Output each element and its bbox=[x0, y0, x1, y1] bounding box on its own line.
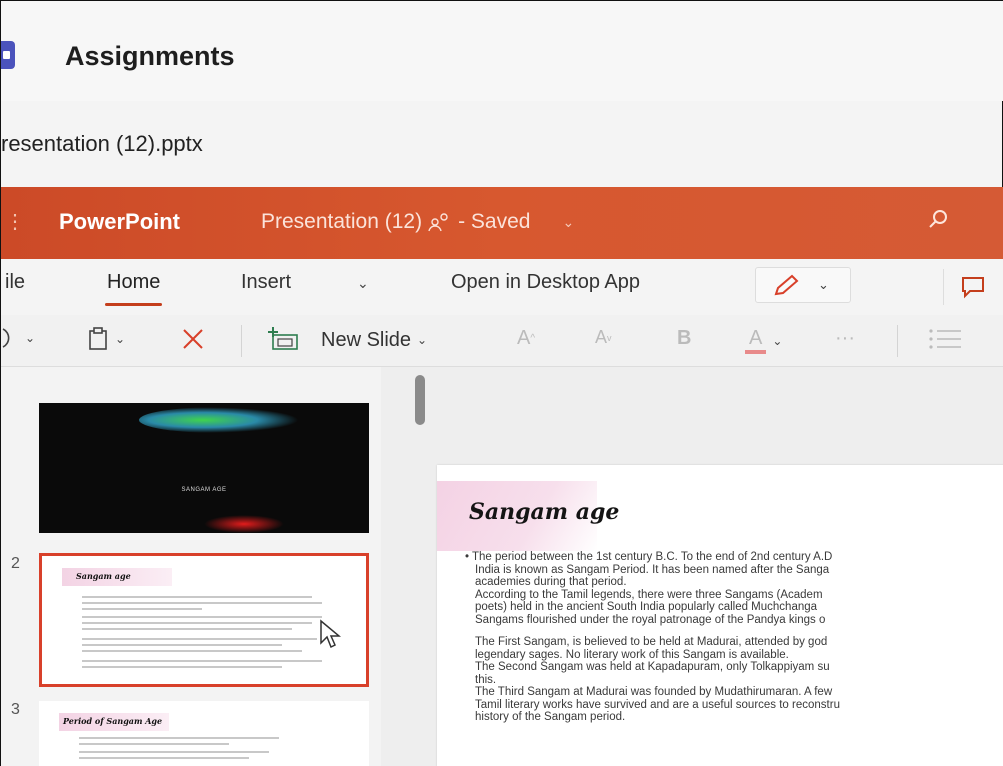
body-line: academies during that period. bbox=[475, 576, 627, 588]
text-line bbox=[82, 628, 292, 630]
body-line: According to the Tamil legends, there we… bbox=[475, 588, 823, 601]
shrink-font-label: A bbox=[595, 327, 608, 347]
slide-1-smoke-image bbox=[204, 515, 284, 533]
app-launcher-icon[interactable]: ⋮ bbox=[5, 209, 25, 234]
pencil-icon bbox=[774, 274, 799, 296]
comments-button[interactable] bbox=[943, 269, 999, 305]
text-line bbox=[82, 638, 317, 640]
tab-insert[interactable]: Insert bbox=[241, 271, 291, 294]
powerpoint-title-bar: ⋮ PowerPoint Presentation (12) - Saved ⌄ bbox=[1, 187, 1003, 259]
assignments-app-icon bbox=[1, 41, 15, 69]
text-line bbox=[82, 660, 322, 662]
text-line bbox=[82, 622, 312, 624]
new-slide-button[interactable]: New Slide ⌄ bbox=[267, 327, 427, 353]
bold-button[interactable]: B bbox=[677, 327, 691, 350]
chevron-down-icon[interactable]: ⌄ bbox=[562, 214, 574, 231]
text-line bbox=[82, 644, 282, 646]
comment-icon bbox=[962, 277, 984, 299]
bullets-button[interactable] bbox=[927, 327, 963, 351]
share-people-icon bbox=[428, 213, 448, 232]
chevron-down-icon: ⌄ bbox=[115, 332, 126, 346]
text-line bbox=[82, 616, 322, 618]
chevron-down-icon: ⌄ bbox=[417, 333, 428, 347]
mouse-cursor-icon bbox=[320, 619, 341, 649]
open-in-desktop-app-button[interactable]: Open in Desktop App bbox=[451, 271, 640, 294]
attached-file-name[interactable]: resentation (12).pptx bbox=[1, 131, 203, 157]
bullet-list-icon bbox=[929, 329, 961, 349]
body-line: The Second Sangam was held at Kapadapura… bbox=[475, 661, 830, 673]
bold-label: B bbox=[677, 327, 692, 349]
document-title: Presentation (12) bbox=[261, 210, 423, 233]
text-line bbox=[82, 596, 312, 598]
ribbon-tabs: ile Home Insert ⌄ Open in Desktop App ⌄ bbox=[1, 259, 1003, 315]
assignments-header: Assignments bbox=[1, 1, 1003, 101]
toolbar-divider bbox=[241, 325, 242, 357]
text-line bbox=[79, 737, 279, 739]
chevron-down-icon: ⌄ bbox=[772, 333, 783, 348]
body-line: Tamil literary works have survived and a… bbox=[475, 698, 840, 711]
slide-3-title: Period of Sangam Age bbox=[63, 716, 163, 726]
assignments-title: Assignments bbox=[65, 41, 235, 71]
slide-number: 2 bbox=[11, 555, 20, 572]
body-line: • The period between the 1st century B.C… bbox=[465, 551, 833, 563]
app-name[interactable]: PowerPoint bbox=[59, 209, 180, 235]
font-color-label: A bbox=[745, 327, 767, 354]
shrink-font-button[interactable]: Av bbox=[595, 327, 612, 348]
current-slide[interactable]: Sangam age • The period between the 1st … bbox=[437, 465, 1003, 766]
slide-number: 3 bbox=[11, 701, 20, 718]
tab-file[interactable]: ile bbox=[5, 271, 25, 294]
undo-button[interactable]: ⌄ bbox=[1, 327, 35, 349]
ribbon-toolbar: ⌄ ⌄ New Slide ⌄ A ^ Av B A ⌄ ··· bbox=[1, 315, 1003, 367]
document-title-button[interactable]: Presentation (12) - Saved ⌄ bbox=[261, 210, 574, 234]
new-slide-icon bbox=[268, 327, 298, 350]
body-line: history of the Sangam period. bbox=[475, 711, 626, 723]
toolbar-divider bbox=[897, 325, 898, 357]
new-slide-label: New Slide bbox=[321, 328, 412, 351]
editing-mode-button[interactable]: ⌄ bbox=[755, 267, 851, 303]
slide-1-title: SANGAM AGE bbox=[181, 487, 227, 493]
slide-title[interactable]: Sangam age bbox=[469, 499, 619, 525]
font-color-button[interactable]: A ⌄ bbox=[745, 327, 782, 354]
more-options-label: ··· bbox=[835, 327, 855, 349]
body-line: India is known as Sangam Period. It has … bbox=[475, 563, 830, 576]
grow-font-button[interactable]: A ^ bbox=[517, 327, 535, 350]
close-icon bbox=[183, 329, 203, 349]
body-line: legendary sages. No literary work of thi… bbox=[475, 648, 789, 661]
body-line: Sangams flourished under the royal patro… bbox=[475, 613, 826, 626]
delete-button[interactable] bbox=[181, 327, 205, 351]
text-line bbox=[79, 743, 229, 745]
body-line: The Third Sangam at Madurai was founded … bbox=[475, 686, 833, 698]
text-line bbox=[82, 602, 322, 604]
slide-1-smoke-image bbox=[139, 407, 299, 433]
paste-button[interactable]: ⌄ bbox=[87, 327, 125, 351]
body-line: this. bbox=[475, 673, 497, 686]
thumbnail-scrollbar[interactable] bbox=[415, 375, 425, 425]
body-line: The First Sangam, is believed to be held… bbox=[475, 636, 828, 648]
chevron-down-icon: ⌄ bbox=[25, 331, 36, 345]
undo-icon bbox=[2, 328, 10, 348]
slide-thumbnail-3[interactable]: Period of Sangam Age bbox=[39, 701, 369, 766]
text-line bbox=[82, 608, 202, 610]
search-icon[interactable] bbox=[925, 207, 951, 233]
slide-body-text[interactable]: • The period between the 1st century B.C… bbox=[465, 551, 1003, 724]
text-line bbox=[82, 650, 302, 652]
text-line bbox=[79, 751, 269, 753]
more-options-button[interactable]: ··· bbox=[835, 327, 855, 350]
text-line bbox=[79, 757, 249, 759]
slide-thumbnail-1[interactable]: SANGAM AGE bbox=[39, 403, 369, 533]
tab-home[interactable]: Home bbox=[104, 271, 163, 306]
more-tabs-chevron-icon[interactable]: ⌄ bbox=[357, 275, 369, 292]
save-status: - Saved bbox=[458, 210, 531, 233]
clipboard-icon bbox=[89, 327, 107, 350]
chevron-down-icon: ⌄ bbox=[818, 277, 829, 292]
text-line bbox=[82, 666, 282, 668]
body-line: poets) held in the ancient South India p… bbox=[475, 601, 818, 613]
slide-2-title: Sangam age bbox=[76, 571, 131, 581]
slide-thumbnail-pane: SANGAM AGE 2 Sangam age 3 Period of Sang… bbox=[1, 367, 381, 766]
grow-font-label: A bbox=[517, 327, 531, 349]
